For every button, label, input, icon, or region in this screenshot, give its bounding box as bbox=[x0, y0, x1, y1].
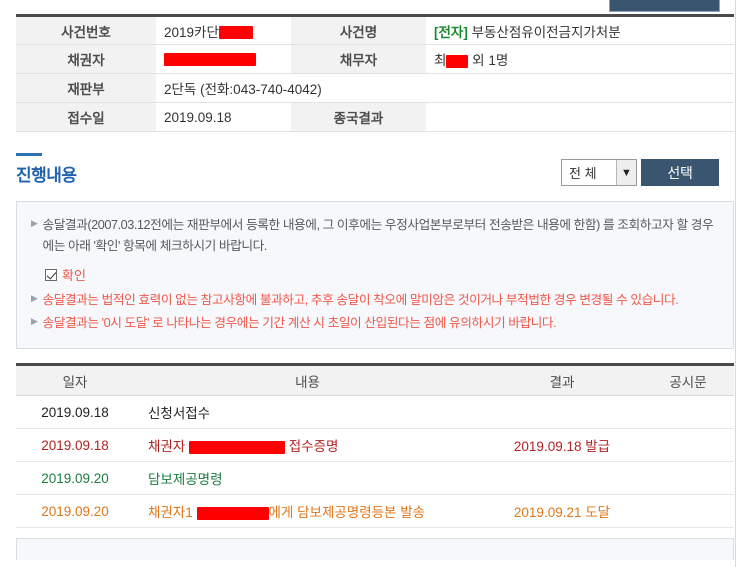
row-date: 2019.09.18 bbox=[16, 428, 134, 463]
accent-bar bbox=[16, 153, 42, 156]
redaction-block bbox=[218, 26, 253, 40]
page-root: 사건번호 2019카단 사건명 [전자] 부동산점유이전금지가처분 채권자 채무… bbox=[0, 0, 743, 567]
table-row: 채권자 채무자 최 외 1명 bbox=[16, 44, 734, 74]
row-content-prefix: 채권자 bbox=[148, 439, 190, 455]
redaction-block bbox=[446, 54, 469, 68]
page-content: 사건번호 2019카단 사건명 [전자] 부동산점유이전금지가처분 채권자 채무… bbox=[0, 0, 735, 567]
column-header-content: 내용 bbox=[134, 364, 482, 397]
notice-box: ▶ 송달결과(2007.03.12전에는 재판부에서 등록한 내용에, 그 이후… bbox=[16, 201, 734, 350]
case-name-label: 사건명 bbox=[291, 15, 426, 45]
creditor-label: 채권자 bbox=[16, 44, 156, 74]
row-notice bbox=[642, 494, 734, 529]
row-notice bbox=[642, 395, 734, 430]
chevron-down-icon[interactable]: ▼ bbox=[616, 160, 636, 185]
notice-line: ▶ 송달결과(2007.03.12전에는 재판부에서 등록한 내용에, 그 이후… bbox=[31, 215, 717, 256]
check-icon[interactable] bbox=[45, 268, 57, 281]
topbar bbox=[8, 0, 727, 14]
final-result-label: 종국결과 bbox=[291, 102, 426, 132]
redaction-block bbox=[164, 53, 256, 67]
case-number-text: 2019카단 bbox=[164, 24, 219, 40]
row-result bbox=[482, 461, 642, 496]
electronic-tag: [전자] bbox=[434, 24, 468, 40]
court-division-value: 2단독 (전화:043-740-4042) bbox=[156, 73, 734, 103]
row-date: 2019.09.18 bbox=[16, 395, 134, 430]
row-content: 신청서접수 bbox=[134, 395, 482, 430]
case-number-value: 2019카단 bbox=[156, 15, 291, 45]
debtor-suffix: 외 1명 bbox=[468, 53, 509, 68]
notice-line: ▶ 송달결과는 '0시 도달' 로 나타나는 경우에는 기간 계산 시 초일이 … bbox=[31, 313, 717, 334]
table-row: 사건번호 2019카단 사건명 [전자] 부동산점유이전금지가처분 bbox=[16, 15, 734, 45]
row-content-suffix: 접수증명 bbox=[285, 439, 339, 455]
row-date: 2019.09.20 bbox=[16, 461, 134, 496]
filter-select-value: 전 체 bbox=[569, 166, 597, 181]
debtor-prefix: 최 bbox=[434, 53, 447, 68]
debtor-value: 최 외 1명 bbox=[426, 44, 734, 74]
row-notice bbox=[642, 461, 734, 496]
filter-select[interactable]: 전 체 ▼ bbox=[561, 159, 637, 186]
case-name-text: 부동산점유이전금지가처분 bbox=[467, 24, 621, 40]
table-row: 재판부 2단독 (전화:043-740-4042) bbox=[16, 73, 734, 103]
receipt-date-label: 접수일 bbox=[16, 102, 156, 132]
notice-text: 송달결과(2007.03.12전에는 재판부에서 등록한 내용에, 그 이후에는… bbox=[42, 218, 714, 253]
row-content-prefix: 채권자1 bbox=[148, 505, 197, 521]
confirm-checkbox-label: 확인 bbox=[62, 268, 86, 284]
receipt-date-value: 2019.09.18 bbox=[156, 102, 291, 132]
table-row: 2019.09.18 신청서접수 bbox=[16, 395, 734, 430]
notice-line: ▶ 송달결과는 법적인 효력이 없는 참고사항에 불과하고, 추후 송달이 착오… bbox=[31, 290, 717, 311]
row-content-suffix: 에게 담보제공명령등본 발송 bbox=[268, 505, 426, 521]
table-row: 2019.09.18 채권자 접수증명 2019.09.18 발급 bbox=[16, 428, 734, 463]
row-content: 채권자1 에게 담보제공명령등본 발송 bbox=[134, 494, 482, 529]
column-header-notice: 공시문 bbox=[642, 364, 734, 397]
table-row: 2019.09.20 담보제공명령 bbox=[16, 461, 734, 496]
progress-section-header: 진행내용 전 체 ▼ 선택 bbox=[16, 153, 719, 195]
bullet-icon: ▶ bbox=[31, 218, 38, 228]
court-division-label: 재판부 bbox=[16, 73, 156, 103]
notice-text: 송달결과는 법적인 효력이 없는 참고사항에 불과하고, 추후 송달이 착오에 … bbox=[42, 293, 679, 308]
redaction-block bbox=[189, 441, 286, 455]
confirm-checkbox-row[interactable]: 확인 bbox=[45, 265, 717, 284]
bullet-icon: ▶ bbox=[31, 293, 38, 304]
progress-table-wrap: 일자 내용 결과 공시문 2019.09.18 신청서접수 2019.09.18… bbox=[16, 363, 734, 529]
final-result-value bbox=[426, 102, 734, 132]
case-info-table: 사건번호 2019카단 사건명 [전자] 부동산점유이전금지가처분 채권자 채무… bbox=[16, 14, 734, 132]
column-header-date: 일자 bbox=[16, 364, 134, 397]
right-rail bbox=[735, 0, 743, 567]
column-header-result: 결과 bbox=[482, 364, 642, 397]
select-button[interactable]: 선택 bbox=[641, 159, 719, 186]
row-result: 2019.09.18 발급 bbox=[482, 428, 642, 463]
bullet-icon: ▶ bbox=[31, 315, 38, 326]
row-content-prefix: 담보제공명령 bbox=[148, 472, 223, 488]
row-date: 2019.09.20 bbox=[16, 494, 134, 529]
progress-table: 일자 내용 결과 공시문 2019.09.18 신청서접수 2019.09.18… bbox=[16, 363, 734, 529]
row-result: 2019.09.21 도달 bbox=[482, 494, 642, 529]
creditor-value bbox=[156, 44, 291, 74]
table-row: 접수일 2019.09.18 종국결과 bbox=[16, 102, 734, 132]
row-result bbox=[482, 395, 642, 430]
row-content-prefix: 신청서접수 bbox=[148, 406, 211, 422]
debtor-label: 채무자 bbox=[291, 44, 426, 74]
row-content: 채권자 접수증명 bbox=[134, 428, 482, 463]
row-content: 담보제공명령 bbox=[134, 461, 482, 496]
case-number-label: 사건번호 bbox=[16, 15, 156, 45]
table-header-row: 일자 내용 결과 공시문 bbox=[16, 364, 734, 397]
redaction-block bbox=[196, 507, 269, 521]
row-notice bbox=[642, 428, 734, 463]
table-row: 2019.09.20 채권자1 에게 담보제공명령등본 발송 2019.09.2… bbox=[16, 494, 734, 529]
bottom-panel bbox=[16, 538, 734, 561]
section-controls: 전 체 ▼ 선택 bbox=[561, 159, 719, 186]
top-action-button[interactable] bbox=[609, 0, 720, 12]
case-name-value: [전자] 부동산점유이전금지가처분 bbox=[426, 15, 734, 45]
notice-text: 송달결과는 '0시 도달' 로 나타나는 경우에는 기간 계산 시 초일이 산입… bbox=[42, 315, 557, 330]
